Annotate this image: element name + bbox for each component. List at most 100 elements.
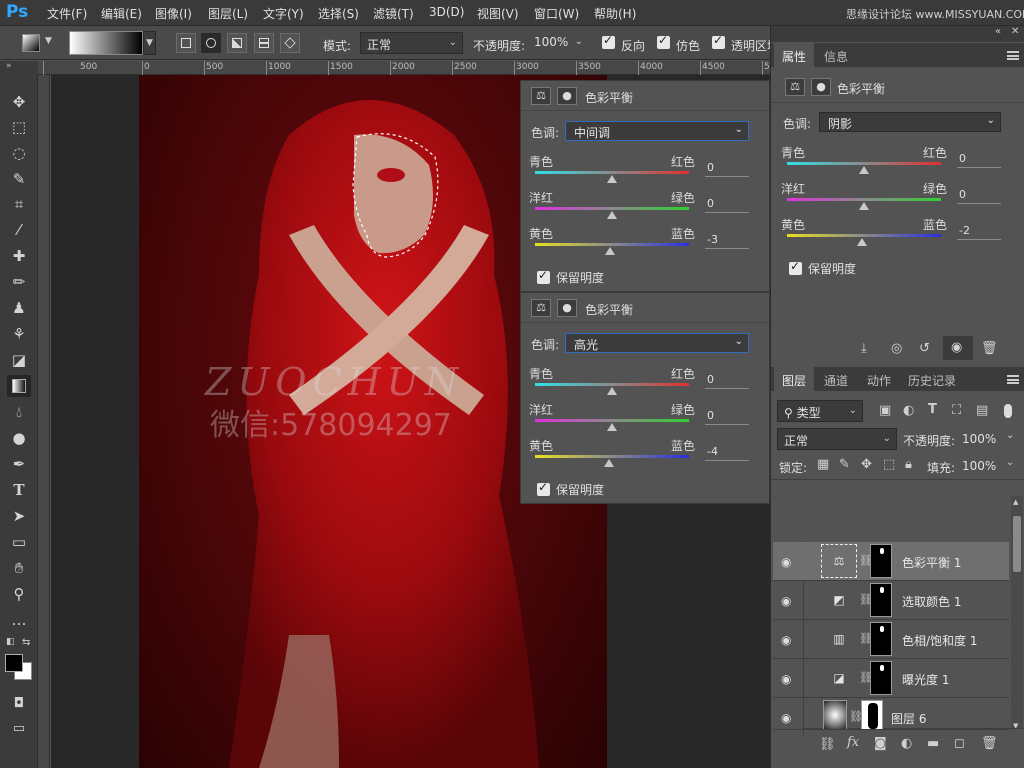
slider-value-input[interactable]: 0 <box>957 188 1001 204</box>
zoom-tool-icon[interactable]: ⚲ <box>7 583 31 605</box>
lock-artboard-icon[interactable]: ⬚ <box>883 457 895 472</box>
menu-edit[interactable]: 编辑(E) <box>101 5 142 22</box>
tab-layers[interactable]: 图层 <box>774 367 815 391</box>
eye-icon[interactable]: ◉ <box>781 672 791 686</box>
slider-value-input[interactable]: 0 <box>957 152 1001 168</box>
panel-menu-icon[interactable] <box>1007 51 1019 60</box>
menu-image[interactable]: 图像(I) <box>155 5 192 22</box>
eyedropper-tool-icon[interactable]: ⁄ <box>7 219 31 241</box>
mode-select[interactable]: 正常 ⌄ <box>360 32 463 54</box>
menu-file[interactable]: 文件(F) <box>47 5 87 22</box>
chevron-down-icon[interactable]: ⌄ <box>1006 457 1014 468</box>
slider-value-input[interactable]: -2 <box>957 224 1001 240</box>
reverse-checkbox[interactable] <box>602 33 615 49</box>
eye-icon[interactable]: ◉ <box>951 340 962 355</box>
new-group-icon[interactable]: ▬ <box>927 736 939 751</box>
scrollbar-thumb[interactable] <box>1013 516 1021 572</box>
trash-icon[interactable]: 🗑︎ <box>981 736 998 751</box>
opacity-input[interactable]: 100% ⌄ <box>528 32 588 54</box>
menu-layer[interactable]: 图层(L) <box>208 5 248 22</box>
default-colors-icon[interactable]: ◧ <box>6 637 15 647</box>
tone-select[interactable]: 高光 ⌄ <box>565 333 749 353</box>
dodge-tool-icon[interactable]: ● <box>7 427 31 449</box>
preserve-luminosity[interactable]: 保留明度 <box>537 268 604 286</box>
gradient-picker[interactable] <box>69 31 143 55</box>
tab-channels[interactable]: 通道 <box>816 367 856 391</box>
menu-filter[interactable]: 滤镜(T) <box>373 5 414 22</box>
menu-window[interactable]: 窗口(W) <box>534 5 579 22</box>
slider-thumb[interactable] <box>607 211 617 219</box>
slider-track[interactable] <box>787 234 941 237</box>
layer-filter-select[interactable]: ⚲ 类型 ⌄ <box>777 400 863 422</box>
lock-position-icon[interactable]: ✥ <box>861 457 872 472</box>
add-mask-icon[interactable]: ◙ <box>874 736 887 751</box>
layer-name[interactable]: 图层 6 <box>891 710 926 727</box>
tone-select[interactable]: 阴影 ⌄ <box>819 112 1001 132</box>
transparency-checkbox[interactable] <box>712 33 725 49</box>
filter-pixel-icon[interactable]: ▣ <box>879 403 891 418</box>
chevron-down-icon[interactable]: ⌄ <box>1006 430 1014 441</box>
layer-thumbnail[interactable] <box>823 700 847 729</box>
dither-checkbox[interactable] <box>657 33 670 49</box>
link-layers-icon[interactable]: ⛓ <box>819 737 836 752</box>
mask-icon[interactable]: ● <box>557 87 577 105</box>
layer-name[interactable]: 选取颜色 1 <box>902 593 961 610</box>
close-icon[interactable]: ✕ <box>1011 26 1019 37</box>
slider-track[interactable] <box>535 383 689 386</box>
slider-thumb[interactable] <box>859 202 869 210</box>
linear-gradient-button[interactable] <box>176 33 196 53</box>
layer-row-exposure[interactable]: ◉ ◪ ⛓ 曝光度 1 <box>773 659 1009 698</box>
clip-to-layer-icon[interactable]: ⤓ <box>861 341 867 356</box>
eye-icon[interactable]: ◉ <box>781 633 791 647</box>
layer-mask-thumbnail[interactable] <box>870 622 892 656</box>
lock-transparent-icon[interactable]: ▦ <box>817 457 829 472</box>
path-select-tool-icon[interactable]: ➤ <box>7 505 31 527</box>
layer-mask-thumbnail[interactable] <box>870 661 892 695</box>
filter-shape-icon[interactable]: ⛶ <box>952 403 961 418</box>
swap-colors-icon[interactable]: ⇆ <box>22 637 30 648</box>
diamond-gradient-button[interactable] <box>280 33 300 53</box>
slider-track[interactable] <box>535 243 689 246</box>
filter-toggle-icon[interactable] <box>1004 404 1012 418</box>
chevron-down-icon[interactable]: ▼ <box>45 36 52 46</box>
trash-icon[interactable]: 🗑︎ <box>981 341 998 356</box>
gradient-tool-icon[interactable] <box>7 375 31 397</box>
slider-thumb[interactable] <box>859 166 869 174</box>
lasso-tool-icon[interactable]: ◌ <box>7 142 31 164</box>
preserve-luminosity[interactable]: 保留明度 <box>789 259 856 277</box>
filter-type-icon[interactable]: T <box>928 402 937 417</box>
new-layer-icon[interactable]: ◻ <box>954 736 965 751</box>
slider-thumb[interactable] <box>603 459 614 467</box>
new-adjustment-icon[interactable]: ◐ <box>901 736 912 751</box>
slider-value-input[interactable]: 0 <box>705 161 749 177</box>
menu-select[interactable]: 选择(S) <box>318 5 359 22</box>
layer-name[interactable]: 曝光度 1 <box>902 671 949 688</box>
slider-track[interactable] <box>535 171 689 174</box>
angle-gradient-button[interactable] <box>227 33 247 53</box>
crop-tool-icon[interactable]: ⌗ <box>7 193 31 215</box>
slider-thumb[interactable] <box>604 247 615 255</box>
slider-value-input[interactable]: 0 <box>705 409 749 425</box>
layer-opacity-value[interactable]: 100% <box>962 432 996 446</box>
mask-icon[interactable]: ● <box>811 78 831 96</box>
layer-row-hue-saturation[interactable]: ◉ ▥ ⛓ 色相/饱和度 1 <box>773 620 1009 659</box>
scroll-up-icon[interactable]: ▲ <box>1013 498 1021 506</box>
layer-row-layer-6[interactable]: ◉ ⛓ 图层 6 <box>773 698 1009 730</box>
gradient-tool-icon[interactable] <box>22 34 40 52</box>
slider-value-input[interactable]: 0 <box>705 197 749 213</box>
preserve-luminosity-checkbox[interactable] <box>537 480 550 496</box>
reflected-gradient-button[interactable] <box>254 33 274 53</box>
preserve-luminosity[interactable]: 保留明度 <box>537 480 604 498</box>
blur-tool-icon[interactable]: 💧︎ <box>7 401 31 423</box>
radial-gradient-button[interactable] <box>201 33 221 53</box>
menu-help[interactable]: 帮助(H) <box>594 5 636 22</box>
move-tool-icon[interactable]: ✥ <box>7 91 31 113</box>
panel-menu-icon[interactable] <box>1007 375 1019 384</box>
eye-icon[interactable]: ◉ <box>781 711 791 725</box>
eye-icon[interactable]: ◉ <box>781 594 791 608</box>
rectangle-tool-icon[interactable]: ▭ <box>7 531 31 553</box>
filter-adjustment-icon[interactable]: ◐ <box>903 403 914 418</box>
screen-mode-icon[interactable]: ▭ <box>7 718 31 740</box>
tab-info[interactable]: 信息 <box>816 43 856 67</box>
marquee-tool-icon[interactable]: ⬚ <box>7 116 31 138</box>
